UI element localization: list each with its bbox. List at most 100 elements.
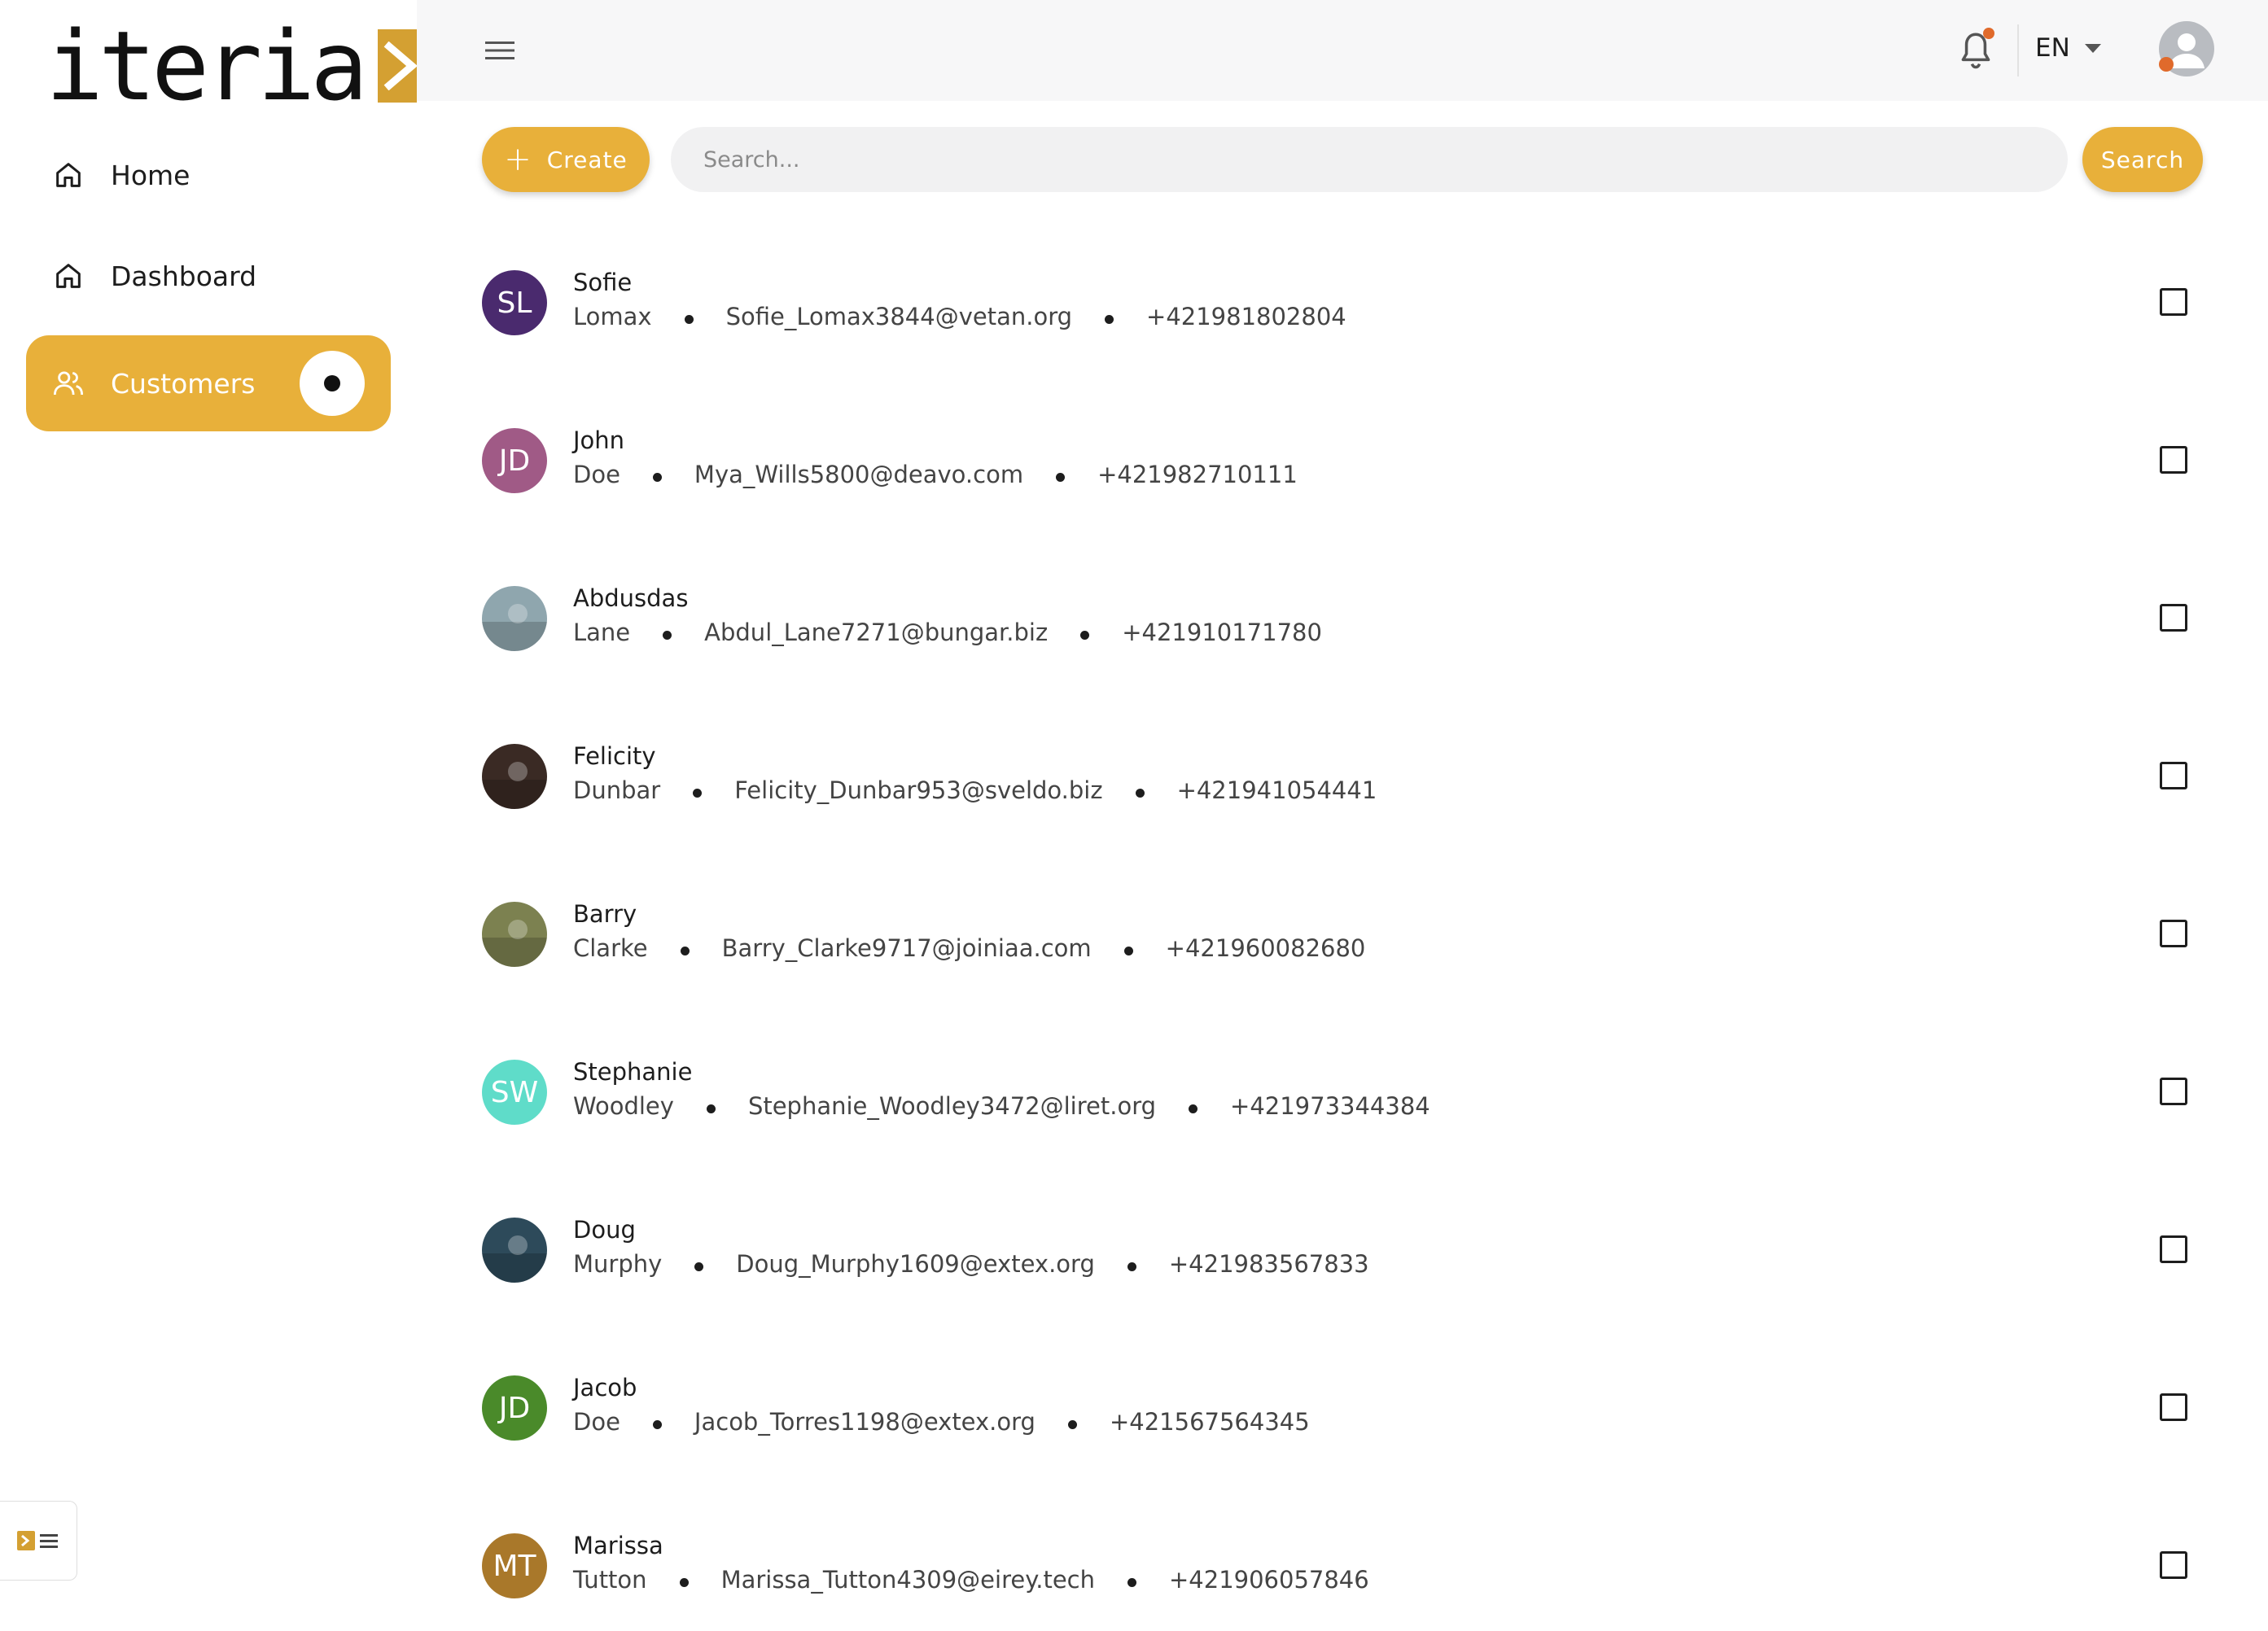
customer-email: Barry_Clarke9717@joiniaa.com bbox=[721, 934, 1092, 962]
customer-first-name: Marissa bbox=[573, 1532, 663, 1559]
sidebar-item-customers[interactable]: Customers bbox=[26, 335, 391, 431]
sidebar-item-home[interactable]: Home bbox=[26, 127, 391, 223]
customer-first-name: Abdusdas bbox=[573, 584, 689, 612]
customer-details: Doe Mya_Wills5800@deavo.com +421982710111 bbox=[573, 461, 1298, 488]
list-item[interactable]: JD John Doe Mya_Wills5800@deavo.com +4219827… bbox=[482, 394, 2232, 552]
customer-first-name: Sofie bbox=[573, 269, 633, 296]
customer-last-name: Doe bbox=[573, 461, 620, 488]
avatar: MT bbox=[482, 1533, 547, 1598]
customer-details: Dunbar Felicity_Dunbar953@sveldo.biz +4219… bbox=[573, 776, 1377, 804]
customer-email: Jacob_Torres1198@extex.org bbox=[694, 1408, 1035, 1436]
logo-wordmark: iteria bbox=[46, 10, 368, 122]
row-checkbox[interactable] bbox=[2160, 604, 2187, 632]
avatar-initials: JD bbox=[498, 1391, 531, 1425]
avatar-photo bbox=[482, 762, 547, 809]
separator-dot bbox=[694, 1262, 704, 1271]
separator-dot bbox=[1135, 788, 1145, 798]
customer-phone: +421983567833 bbox=[1168, 1250, 1369, 1278]
row-checkbox[interactable] bbox=[2160, 1078, 2187, 1105]
sidebar-item-label: Dashboard bbox=[111, 260, 257, 292]
sidebar-item-dashboard[interactable]: Dashboard bbox=[26, 228, 391, 324]
row-checkbox[interactable] bbox=[2160, 920, 2187, 947]
list-item[interactable]: SW Stephanie Woodley Stephanie_Woodley3472@… bbox=[482, 1025, 2232, 1183]
customer-first-name: Barry bbox=[573, 900, 637, 928]
customer-phone: +421973344384 bbox=[1230, 1092, 1430, 1120]
customer-details: Murphy Doug_Murphy1609@extex.org +42198356… bbox=[573, 1250, 1369, 1278]
search-input[interactable] bbox=[671, 127, 2068, 192]
top-bar: EN bbox=[417, 0, 2268, 101]
create-button-label: Create bbox=[546, 146, 628, 173]
separator-dot bbox=[1080, 630, 1090, 640]
separator-dot bbox=[706, 1104, 716, 1113]
list-item[interactable]: MT Marissa Tutton Marissa_Tutton4309@eirey.… bbox=[482, 1499, 2232, 1631]
users-icon bbox=[50, 365, 86, 401]
customer-phone: +421941054441 bbox=[1176, 776, 1377, 804]
separator-dot bbox=[693, 788, 703, 798]
customer-phone: +421960082680 bbox=[1165, 934, 1366, 962]
list-item[interactable]: Barry Clarke Barry_Clarke9717@joiniaa.com +… bbox=[482, 868, 2232, 1025]
avatar: JD bbox=[482, 428, 547, 493]
main-content: EN + Create Search SL Sofie Lomax Sofie_Lom… bbox=[417, 0, 2268, 1631]
avatar-photo bbox=[482, 1235, 547, 1283]
row-checkbox[interactable] bbox=[2160, 762, 2187, 789]
customer-phone: +421910171780 bbox=[1122, 619, 1322, 646]
customer-phone: +421982710111 bbox=[1097, 461, 1298, 488]
list-item[interactable]: SL Sofie Lomax Sofie_Lomax3844@vetan.org +42… bbox=[482, 236, 2232, 394]
customer-email: Mya_Wills5800@deavo.com bbox=[694, 461, 1024, 488]
search-button[interactable]: Search bbox=[2082, 127, 2203, 192]
notifications-button[interactable] bbox=[1955, 28, 1996, 73]
avatar bbox=[482, 902, 547, 967]
separator-dot bbox=[1127, 1262, 1136, 1271]
customer-phone: +421567564345 bbox=[1109, 1408, 1310, 1436]
customer-email: Doug_Murphy1609@extex.org bbox=[736, 1250, 1095, 1278]
customer-email: Marissa_Tutton4309@eirey.tech bbox=[720, 1566, 1095, 1594]
customer-email: Sofie_Lomax3844@vetan.org bbox=[725, 303, 1073, 330]
customer-last-name: Woodley bbox=[573, 1092, 674, 1120]
customer-details: Clarke Barry_Clarke9717@joiniaa.com +42196… bbox=[573, 934, 1365, 962]
divider bbox=[2017, 24, 2019, 77]
separator-dot bbox=[1127, 1577, 1136, 1587]
customer-email: Abdul_Lane7271@bungar.biz bbox=[704, 619, 1049, 646]
row-checkbox[interactable] bbox=[2160, 288, 2187, 316]
customer-email: Stephanie_Woodley3472@liret.org bbox=[747, 1092, 1157, 1120]
avatar bbox=[482, 744, 547, 809]
customer-details: Woodley Stephanie_Woodley3472@liret.org +4… bbox=[573, 1092, 1430, 1120]
logo[interactable]: iteria bbox=[46, 10, 424, 122]
separator-dot bbox=[652, 472, 662, 482]
create-button[interactable]: + Create bbox=[482, 127, 650, 192]
separator-dot bbox=[679, 1577, 689, 1587]
row-checkbox[interactable] bbox=[2160, 1551, 2187, 1579]
customer-last-name: Lomax bbox=[573, 303, 652, 330]
notification-badge bbox=[1983, 28, 1994, 39]
customer-phone: +421981802804 bbox=[1146, 303, 1346, 330]
list-item[interactable]: JD Jacob Doe Jacob_Torres1198@extex.org +421… bbox=[482, 1341, 2232, 1499]
customer-list: SL Sofie Lomax Sofie_Lomax3844@vetan.org +42… bbox=[482, 236, 2232, 1631]
row-checkbox[interactable] bbox=[2160, 446, 2187, 474]
row-checkbox[interactable] bbox=[2160, 1235, 2187, 1263]
separator-dot bbox=[1123, 946, 1133, 955]
separator-dot bbox=[663, 630, 672, 640]
avatar-initials: JD bbox=[498, 444, 531, 478]
avatar bbox=[482, 586, 547, 651]
list-item[interactable]: Abdusdas Lane Abdul_Lane7271@bungar.biz +42… bbox=[482, 552, 2232, 710]
customer-details: Lomax Sofie_Lomax3844@vetan.org +421981802… bbox=[573, 303, 1346, 330]
list-item[interactable]: Doug Murphy Doug_Murphy1609@extex.org +4219… bbox=[482, 1183, 2232, 1341]
plus-icon: + bbox=[504, 141, 532, 178]
sidebar-toggle-button[interactable] bbox=[0, 1501, 77, 1581]
separator-dot bbox=[1067, 1419, 1077, 1429]
language-select[interactable]: EN bbox=[2035, 28, 2101, 68]
menu-icon[interactable] bbox=[482, 33, 518, 68]
customer-details: Tutton Marissa_Tutton4309@eirey.tech +4219… bbox=[573, 1566, 1369, 1594]
customer-email: Felicity_Dunbar953@sveldo.biz bbox=[734, 776, 1103, 804]
collapse-menu-icon bbox=[17, 1531, 58, 1550]
row-checkbox[interactable] bbox=[2160, 1393, 2187, 1421]
separator-dot bbox=[1189, 1104, 1198, 1113]
avatar-initials: SL bbox=[497, 286, 532, 320]
customer-first-name: John bbox=[573, 426, 625, 454]
customer-last-name: Murphy bbox=[573, 1250, 663, 1278]
list-item[interactable]: Felicity Dunbar Felicity_Dunbar953@sveldo.… bbox=[482, 710, 2232, 868]
customer-last-name: Clarke bbox=[573, 934, 648, 962]
customer-first-name: Felicity bbox=[573, 742, 656, 770]
customer-first-name: Jacob bbox=[573, 1374, 637, 1401]
customer-last-name: Tutton bbox=[573, 1566, 647, 1594]
